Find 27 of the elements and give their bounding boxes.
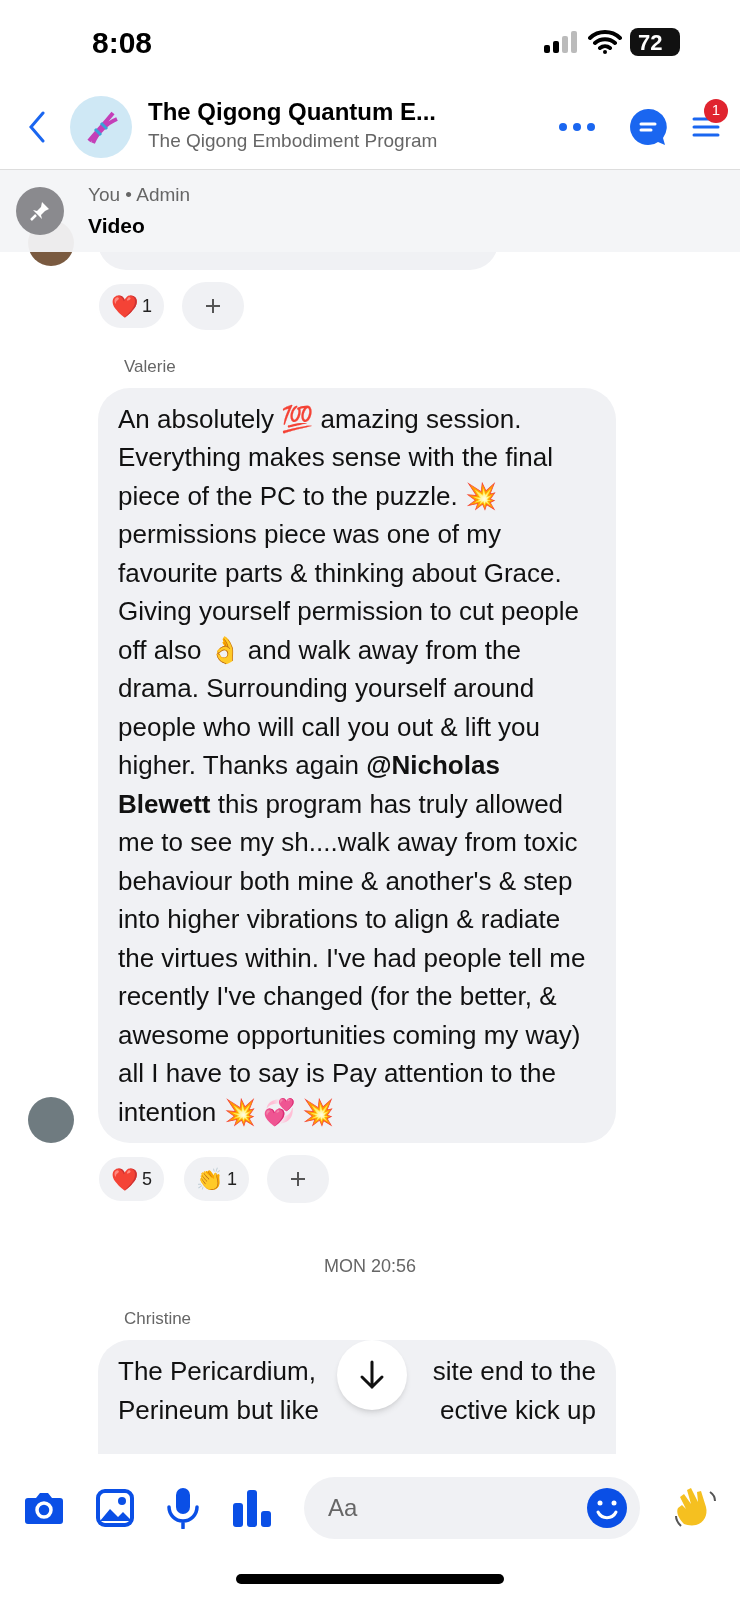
chat-title: The Qigong Quantum E... <box>148 97 437 128</box>
message-text: ective kick up <box>439 1393 596 1427</box>
reaction-count: 5 <box>142 1167 152 1191</box>
reaction-chip[interactable]: ❤ 5 <box>97 1155 166 1203</box>
message-input[interactable]: Aa <box>304 1477 640 1539</box>
status-time: 8:08 <box>92 24 153 61</box>
pinned-banner[interactable]: You • Admin Video <box>0 170 740 252</box>
reaction-chip[interactable]: 👏 1 <box>182 1155 252 1203</box>
notification-badge: 1 <box>704 98 728 123</box>
timestamp: MON 20:56 <box>323 1255 416 1278</box>
reaction-emoji: ❤ <box>111 1165 138 1194</box>
chat-subtitle: The Qigong Embodiment Program <box>148 129 439 154</box>
message-text: An absolutely 💯 amazing session. Everything makes sense with the final piece of the PC to the puzzle. 💥 permissions piece was one of my favourite parts & thinking about Grace. Giving yourself permission to cut people off also 👌 and walk away from the drama. Surrounding yourself around people who will call you out & lift you higher. Thanks again @Nicholas Blewett this program has truly allowed me to see my sh....walk away from toxic behaviour both mine & another's & step into higher vibrations to align & radiate the virtues within. I've had people tell me recently I've changed (for the better, & awesome opportunities coming my way) all I have to say is Pay attention to the intention 💥 💞 💥 <box>118 403 586 1127</box>
reaction-count: 1 <box>142 294 152 318</box>
reaction-count: 1 <box>227 1167 238 1191</box>
reaction-emoji: 👏 <box>196 1165 223 1194</box>
message-text: The Pericardium, <box>118 1354 316 1388</box>
message-text: site end to the <box>432 1354 596 1388</box>
sender-name: Christine <box>124 1308 193 1330</box>
pinned-title: Video <box>88 212 146 239</box>
reaction-chip[interactable]: ❤ 1 <box>97 282 166 330</box>
pinned-meta: You • Admin <box>88 183 191 207</box>
reaction-emoji: ❤ <box>111 292 138 321</box>
battery-indicator: 72 <box>630 28 680 56</box>
message-text: Perineum but like <box>118 1393 319 1427</box>
sender-name: Valerie <box>124 356 177 378</box>
message-field[interactable]: Aa <box>328 1490 586 1526</box>
